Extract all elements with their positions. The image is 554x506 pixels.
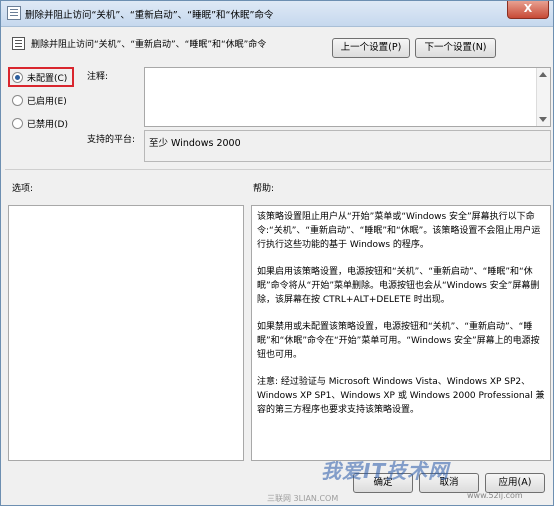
watermark-url: www.52ij.com: [467, 491, 523, 500]
radio-button-checked[interactable]: [12, 71, 23, 83]
close-button[interactable]: X: [507, 1, 549, 19]
comment-label: 注释:: [87, 72, 109, 82]
window-title: 删除并阻止访问“关机”、“重新启动”、“睡眠”和“休眠”命令: [25, 10, 274, 21]
help-paragraph: 该策略设置阻止用户从“开始”菜单或“Windows 安全”屏幕执行以下命令:“关…: [257, 212, 541, 250]
help-label: 帮助:: [253, 184, 275, 194]
divider: [5, 169, 551, 170]
help-paragraph: 如果禁用或未配置该策略设置，电源按钮和“关机”、“重新启动”、“睡眠”和“休眠”…: [257, 322, 540, 360]
platform-value: 至少 Windows 2000: [149, 138, 241, 149]
scroll-down-arrow-icon[interactable]: [539, 117, 547, 122]
apply-button[interactable]: 应用(A): [485, 473, 545, 493]
radio-button[interactable]: [12, 117, 23, 129]
radio-not-configured[interactable]: 未配置(C): [12, 69, 67, 85]
policy-dialog: 删除并阻止访问“关机”、“重新启动”、“睡眠”和“休眠”命令 X 删除并阻止访问…: [0, 0, 554, 506]
radio-label: 未配置(C): [27, 73, 68, 84]
radio-disabled[interactable]: 已禁用(D): [12, 115, 68, 131]
policy-setting-icon: [7, 6, 21, 20]
next-setting-button[interactable]: 下一个设置(N): [415, 38, 496, 58]
help-paragraph: 如果启用该策略设置，电源按钮和“关机”、“重新启动”、“睡眠”和“休眠”命令将从…: [257, 267, 540, 305]
comment-scrollbar[interactable]: [536, 68, 550, 126]
scroll-up-arrow-icon[interactable]: [539, 72, 547, 77]
options-label: 选项:: [12, 184, 34, 194]
platform-label: 支持的平台:: [87, 135, 136, 145]
watermark-logo: 我爱IT技术网: [321, 459, 450, 483]
options-panel: [8, 205, 244, 461]
radio-enabled[interactable]: 已启用(E): [12, 92, 67, 108]
comment-textarea[interactable]: [144, 67, 551, 127]
title-bar: 删除并阻止访问“关机”、“重新启动”、“睡眠”和“休眠”命令 X: [1, 1, 553, 27]
platform-field: 至少 Windows 2000: [144, 130, 551, 162]
policy-title: 删除并阻止访问“关机”、“重新启动”、“睡眠”和“休眠”命令: [31, 40, 267, 50]
watermark-site: 三联网 3LIAN.COM: [267, 494, 339, 503]
policy-setting-icon: [12, 37, 25, 50]
radio-label: 已启用(E): [27, 96, 67, 107]
help-text-panel: 该策略设置阻止用户从“开始”菜单或“Windows 安全”屏幕执行以下命令:“关…: [251, 205, 551, 461]
radio-label: 已禁用(D): [27, 119, 68, 130]
previous-setting-button[interactable]: 上一个设置(P): [332, 38, 410, 58]
help-paragraph: 注意: 经过验证与 Microsoft Windows Vista、Window…: [257, 377, 545, 415]
radio-button[interactable]: [12, 94, 23, 106]
